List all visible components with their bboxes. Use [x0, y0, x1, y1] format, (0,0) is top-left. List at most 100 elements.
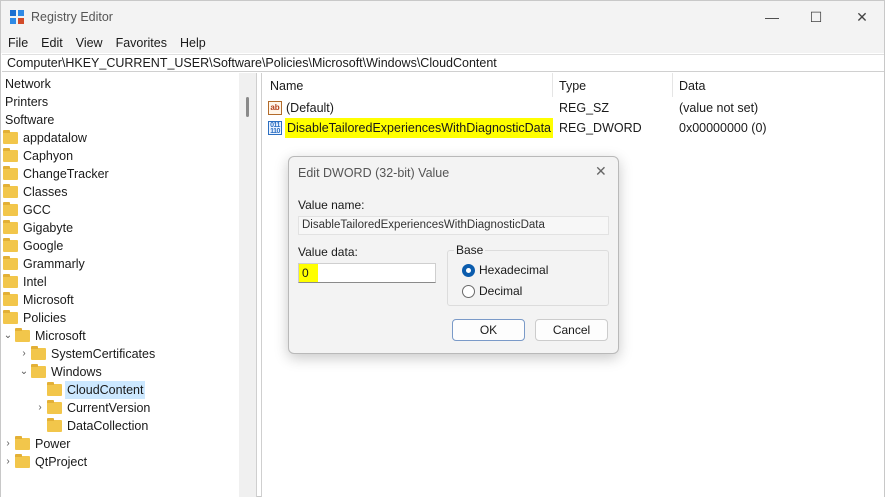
registry-tree: Network Printers Software appdatalow Cap…	[1, 73, 257, 497]
tree-item-label: Power	[35, 437, 71, 451]
column-divider[interactable]	[672, 73, 673, 97]
column-divider[interactable]	[552, 73, 553, 97]
tree-item-label: Classes	[23, 185, 68, 199]
hexadecimal-radio[interactable]	[462, 264, 475, 277]
menu-favorites[interactable]: Favorites	[109, 33, 173, 53]
tree-item-power[interactable]: › Power	[3, 435, 72, 453]
tree-item-label: DataCollection	[67, 419, 149, 433]
menu-file[interactable]: File	[1, 33, 34, 53]
tree-item-windows[interactable]: ⌄ Windows	[19, 363, 104, 381]
tree-item-policies-microsoft[interactable]: ⌄ Microsoft	[3, 327, 88, 345]
list-header: Name Type Data	[262, 73, 885, 99]
tree-item-label: CurrentVersion	[67, 401, 151, 415]
minimize-button[interactable]: —	[749, 1, 795, 33]
folder-icon	[31, 364, 46, 378]
chevron-down-icon[interactable]: ⌄	[19, 363, 29, 381]
registry-editor-app-icon	[10, 10, 24, 24]
folder-icon	[47, 400, 62, 414]
tree-item-label: Intel	[23, 275, 47, 289]
tree-item-software[interactable]: Software	[3, 111, 56, 129]
tree-item-gigabyte[interactable]: Gigabyte	[3, 219, 75, 237]
value-name-field: DisableTailoredExperiencesWithDiagnostic…	[298, 216, 609, 235]
tree-item-label: CloudContent	[65, 381, 146, 399]
chevron-down-icon[interactable]: ⌄	[3, 327, 13, 345]
tree-item-grammarly[interactable]: Grammarly	[3, 255, 87, 273]
edit-dword-dialog: Edit DWORD (32-bit) Value ✕ Value name: …	[288, 156, 619, 354]
value-data: 0x00000000 (0)	[679, 121, 767, 135]
tree-item-google[interactable]: Google	[3, 237, 65, 255]
tree-item-label: Microsoft	[35, 329, 86, 343]
tree-item-currentversion[interactable]: › CurrentVersion	[35, 399, 152, 417]
maximize-button[interactable]: ☐	[793, 1, 839, 33]
registry-editor-window: Registry Editor — ☐ ✕ File Edit View Fav…	[0, 0, 885, 497]
value-type: REG_DWORD	[559, 121, 642, 135]
tree-item-label: Software	[5, 113, 55, 127]
tree-item-label: Windows	[51, 365, 102, 379]
menu-edit[interactable]: Edit	[34, 33, 69, 53]
tree-item-systemcertificates[interactable]: › SystemCertificates	[19, 345, 157, 363]
value-name: (Default)	[286, 101, 334, 115]
folder-icon	[3, 220, 18, 234]
tree-item-label: ChangeTracker	[23, 167, 109, 181]
folder-icon	[3, 184, 18, 198]
cancel-button[interactable]: Cancel	[535, 319, 608, 341]
scrollbar-thumb[interactable]	[246, 97, 249, 117]
value-name-label: Value name:	[298, 198, 365, 212]
string-value-icon: ab	[268, 101, 282, 115]
base-groupbox: Base Hexadecimal Decimal	[447, 243, 609, 306]
folder-icon	[15, 436, 30, 450]
decimal-radio[interactable]	[462, 285, 475, 298]
folder-icon	[15, 454, 30, 468]
tree-item-gcc[interactable]: GCC	[3, 201, 53, 219]
tree-item-label: SystemCertificates	[51, 347, 156, 361]
tree-item-network[interactable]: Network	[3, 75, 53, 93]
tree-item-datacollection[interactable]: DataCollection	[35, 417, 150, 435]
column-header-data[interactable]: Data	[679, 79, 705, 93]
tree-item-qtproject[interactable]: › QtProject	[3, 453, 89, 471]
folder-icon	[3, 202, 18, 216]
hexadecimal-label[interactable]: Hexadecimal	[479, 263, 548, 277]
tree-item-appdatalow[interactable]: appdatalow	[3, 129, 89, 147]
menu-bar: File Edit View Favorites Help	[1, 33, 884, 53]
chevron-right-icon[interactable]: ›	[35, 399, 45, 417]
folder-icon	[3, 274, 18, 288]
tree-item-changetracker[interactable]: ChangeTracker	[3, 165, 111, 183]
folder-icon	[3, 310, 18, 324]
menu-view[interactable]: View	[69, 33, 109, 53]
value-data-input[interactable]: 0	[298, 263, 436, 283]
value-data: (value not set)	[679, 101, 759, 115]
tree-item-classes[interactable]: Classes	[3, 183, 69, 201]
chevron-right-icon[interactable]: ›	[19, 345, 29, 363]
binary-value-icon: 011 110	[268, 121, 282, 135]
tree-item-intel[interactable]: Intel	[3, 273, 49, 291]
close-icon[interactable]: ✕	[595, 163, 607, 180]
folder-icon	[3, 256, 18, 270]
tree-item-caphyon[interactable]: Caphyon	[3, 147, 75, 165]
folder-icon	[3, 238, 18, 252]
tree-item-label: Gigabyte	[23, 221, 74, 235]
tree-item-label: Printers	[5, 95, 49, 109]
tree-item-label: QtProject	[35, 455, 88, 469]
folder-icon	[3, 148, 18, 162]
list-row[interactable]: ab (Default) REG_SZ (value not set)	[262, 98, 885, 118]
ok-button[interactable]: OK	[452, 319, 525, 341]
close-button[interactable]: ✕	[839, 1, 885, 33]
tree-item-policies[interactable]: Policies	[3, 309, 68, 327]
column-header-name[interactable]: Name	[270, 79, 303, 93]
chevron-right-icon[interactable]: ›	[3, 435, 13, 453]
list-row[interactable]: 011 110 DisableTailoredExperiencesWithDia…	[262, 118, 885, 138]
chevron-right-icon[interactable]: ›	[3, 453, 13, 471]
tree-item-microsoft[interactable]: Microsoft	[3, 291, 76, 309]
decimal-label[interactable]: Decimal	[479, 284, 522, 298]
folder-icon	[3, 130, 18, 144]
window-title: Registry Editor	[31, 10, 113, 24]
tree-item-label: Policies	[23, 311, 67, 325]
column-header-type[interactable]: Type	[559, 79, 586, 93]
tree-item-cloudcontent[interactable]: CloudContent	[35, 381, 146, 399]
address-bar[interactable]: Computer\HKEY_CURRENT_USER\Software\Poli…	[2, 54, 884, 72]
value-data-text: 0	[299, 264, 318, 282]
value-data-label: Value data:	[298, 245, 358, 259]
menu-help[interactable]: Help	[173, 33, 212, 53]
tree-scrollbar[interactable]	[239, 73, 256, 497]
tree-item-printers[interactable]: Printers	[3, 93, 50, 111]
